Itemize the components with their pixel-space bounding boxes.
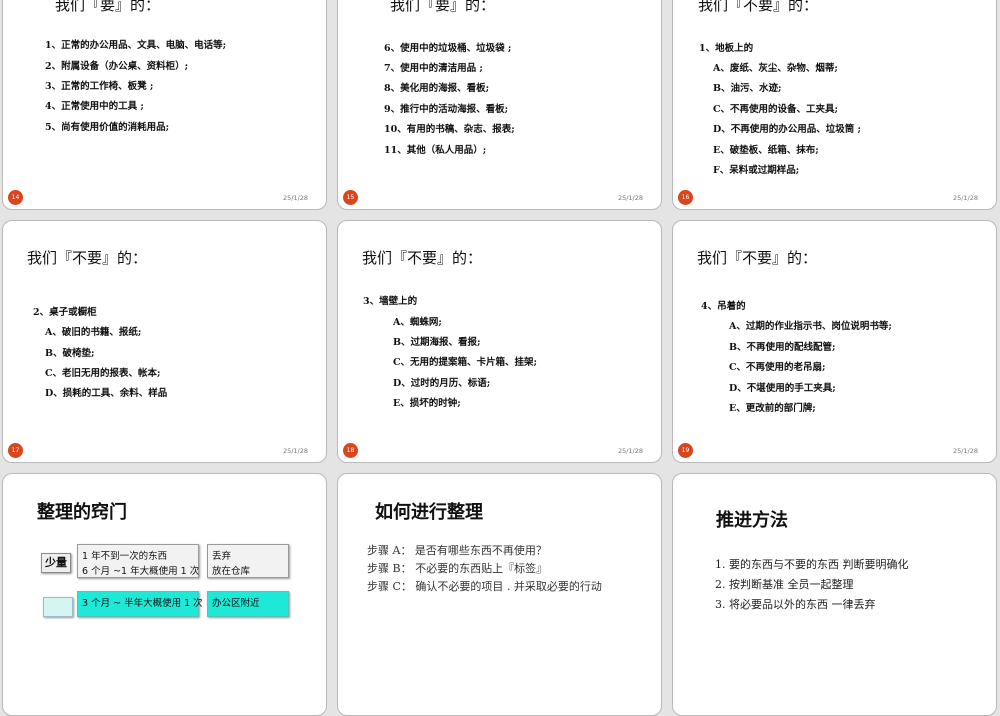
step-text: 步骤 A： 是否有哪些东西不再使用？ <box>367 544 547 557</box>
list-item: C、无用的提案箱、卡片箱、挂架; <box>393 357 538 368</box>
frequency-text: 3 个月 ~ 半年大概使用 1 次 <box>82 598 203 609</box>
list-item: 4、吊着的 <box>701 301 746 312</box>
action-box: 办公区附近 <box>207 591 289 617</box>
slide-date: 25/1/28 <box>617 194 643 202</box>
list-item: 7、使用中的清洁用品 ; <box>384 63 483 74</box>
list-item: D、过时的月历、标语; <box>393 378 491 389</box>
list-item: 1、地板上的 <box>699 43 754 54</box>
slide-thumbnail-14[interactable]: 我们『要』的： 1、正常的办公用品、文具、电脑、电话等; 2、附属设备（办公桌、… <box>2 0 327 210</box>
frequency-box <box>43 597 73 617</box>
list-item: 3、墙壁上的 <box>363 296 418 307</box>
slide-thumbnail-17[interactable]: 我们『不要』的： 2、桌子或橱柜 A、破旧的书籍、报纸; B、破椅垫; C、老旧… <box>2 220 327 463</box>
slide-title: 如何进行整理 <box>375 502 483 523</box>
list-item: 5、尚有使用价值的消耗用品; <box>45 122 170 133</box>
slide-title: 我们『要』的： <box>390 0 496 14</box>
frequency-text: 1 年不到一次的东西 <box>82 551 168 562</box>
list-item: D、不再使用的办公用品、垃圾筒 ; <box>713 124 862 135</box>
frequency-text: 6 个月 ~1 年大概使用 1 次 <box>82 566 200 577</box>
list-item: 6、使用中的垃圾桶、垃圾袋 ; <box>384 43 512 54</box>
list-item: C、不再使用的设备、工夹具; <box>713 104 839 115</box>
list-item: C、不再使用的老吊扇; <box>729 362 826 373</box>
list-item: B、过期海报、看报; <box>393 337 481 348</box>
list-item: F、呆料或过期样品; <box>713 165 800 176</box>
list-item: 8、美化用的海报、看板; <box>384 83 490 94</box>
list-item: B、不再使用的配线配管; <box>729 342 836 353</box>
slide-title: 我们『不要』的： <box>698 0 819 14</box>
list-item: 4、正常使用中的工具 ; <box>45 101 144 112</box>
slide-date: 25/1/28 <box>952 194 978 202</box>
list-item: 3、正常的工作椅、板凳 ; <box>45 81 154 92</box>
list-item: D、损耗的工具、余料、样品 <box>45 388 168 399</box>
plan-item: 1. 要的东西与不要的东西 判断要明确化 <box>715 558 909 571</box>
list-item: A、蜘蛛网; <box>393 317 442 328</box>
frequency-box: 1 年不到一次的东西 6 个月 ~1 年大概使用 1 次 <box>77 544 199 578</box>
slide-title: 我们『要』的： <box>55 0 161 14</box>
step-text: 步骤 B： 不必要的东西贴上『标签』 <box>367 562 548 575</box>
slide-title: 我们『不要』的： <box>27 249 148 267</box>
list-item: E、损坏的时钟; <box>393 398 461 409</box>
slide-number-badge: 19 <box>678 443 693 458</box>
slide-number-badge: 15 <box>343 190 358 205</box>
action-box: 丢弃 放在仓库 <box>207 544 289 578</box>
list-item: 2、附属设备（办公桌、资料柜）; <box>45 61 189 72</box>
list-item: 11、其他（私人用品）; <box>384 145 487 156</box>
slide-title: 我们『不要』的： <box>697 249 818 267</box>
action-text: 放在仓库 <box>212 566 251 577</box>
action-text: 丢弃 <box>212 551 232 562</box>
slide-thumbnail-15[interactable]: 我们『要』的： 6、使用中的垃圾桶、垃圾袋 ; 7、使用中的清洁用品 ; 8、美… <box>337 0 662 210</box>
list-item: A、过期的作业指示书、岗位说明书等; <box>729 321 892 332</box>
slide-title: 我们『不要』的： <box>362 249 483 267</box>
list-item: 9、推行中的活动海报、看板; <box>384 104 509 115</box>
slide-date: 25/1/28 <box>952 447 978 455</box>
slide-date: 25/1/28 <box>282 194 308 202</box>
list-item: E、破垫板、纸箱、抹布; <box>713 145 819 156</box>
list-item: B、油污、水迹; <box>713 83 782 94</box>
slide-number-badge: 18 <box>343 443 358 458</box>
list-item: D、不堪使用的手工夹具; <box>729 383 836 394</box>
list-item: A、破旧的书籍、报纸; <box>45 327 142 338</box>
list-item: A、废纸、灰尘、杂物、烟蒂; <box>713 63 838 74</box>
list-item: B、破椅垫; <box>45 348 95 359</box>
list-item: C、老旧无用的报表、帐本; <box>45 368 161 379</box>
slide-thumbnail-16[interactable]: 我们『不要』的： 1、地板上的 A、废纸、灰尘、杂物、烟蒂; B、油污、水迹; … <box>672 0 997 210</box>
action-text: 办公区附近 <box>212 598 260 609</box>
list-item: E、更改前的部门牌; <box>729 403 816 414</box>
list-item: 1、正常的办公用品、文具、电脑、电话等; <box>45 40 227 51</box>
slide-number-badge: 16 <box>678 190 693 205</box>
slide-thumbnail-22[interactable]: 推进方法 1. 要的东西与不要的东西 判断要明确化 2. 按判断基准 全员一起整… <box>672 473 997 716</box>
list-item: 10、有用的书稿、杂志、报表; <box>384 124 515 135</box>
quantity-label: 少量 <box>41 553 71 573</box>
slide-date: 25/1/28 <box>617 447 643 455</box>
slide-number-badge: 17 <box>8 443 23 458</box>
list-item: 2、桌子或橱柜 <box>33 307 97 318</box>
slide-number-badge: 14 <box>8 190 23 205</box>
slide-title: 推进方法 <box>716 510 788 531</box>
slide-thumbnail-20[interactable]: 整理的窍门 少量 1 年不到一次的东西 6 个月 ~1 年大概使用 1 次 丢弃… <box>2 473 327 716</box>
plan-item: 3. 将必要品以外的东西 一律丢弃 <box>715 598 876 611</box>
slide-thumbnail-21[interactable]: 如何进行整理 步骤 A： 是否有哪些东西不再使用？ 步骤 B： 不必要的东西贴上… <box>337 473 662 716</box>
plan-item: 2. 按判断基准 全员一起整理 <box>715 578 854 591</box>
slide-date: 25/1/28 <box>282 447 308 455</box>
frequency-box: 3 个月 ~ 半年大概使用 1 次 <box>77 591 203 617</box>
step-text: 步骤 C： 确认不必要的项目 . 并采取必要的行动 <box>367 580 602 593</box>
slide-thumbnail-18[interactable]: 我们『不要』的： 3、墙壁上的 A、蜘蛛网; B、过期海报、看报; C、无用的提… <box>337 220 662 463</box>
slide-thumbnail-19[interactable]: 我们『不要』的： 4、吊着的 A、过期的作业指示书、岗位说明书等; B、不再使用… <box>672 220 997 463</box>
slide-title: 整理的窍门 <box>37 502 127 523</box>
